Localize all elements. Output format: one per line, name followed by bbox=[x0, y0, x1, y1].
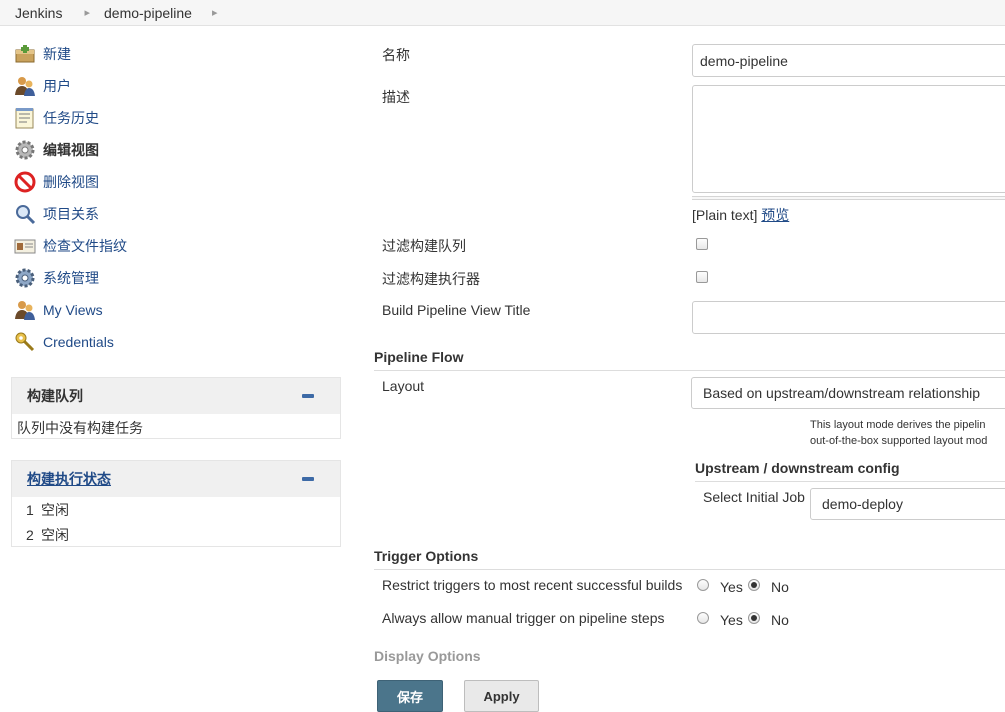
build-queue-empty: 队列中没有构建任务 bbox=[17, 420, 143, 436]
restrict-yes-label: Yes bbox=[720, 579, 743, 595]
manual-no-radio[interactable] bbox=[748, 612, 760, 624]
manual-yes-label: Yes bbox=[720, 612, 743, 628]
executors-body: 1 空闲 2 空闲 bbox=[12, 497, 340, 547]
sidebar-item-label: Credentials bbox=[43, 334, 114, 350]
executor-row: 2 空闲 bbox=[12, 522, 340, 547]
sidebar-item-relations[interactable]: 项目关系 bbox=[13, 198, 343, 230]
sidebar-item-label: My Views bbox=[43, 302, 103, 318]
executor-row: 1 空闲 bbox=[12, 497, 340, 522]
fingerprint-icon bbox=[13, 234, 37, 258]
executors-title-link[interactable]: 构建执行状态 bbox=[27, 469, 111, 489]
bp-title-label: Build Pipeline View Title bbox=[382, 302, 531, 318]
filter-executors-checkbox[interactable] bbox=[696, 271, 708, 283]
sidebar-item-label: 项目关系 bbox=[43, 206, 99, 222]
gear-icon bbox=[13, 138, 37, 162]
manual-yes-radio[interactable] bbox=[697, 612, 709, 624]
sidebar-item-credentials[interactable]: Credentials bbox=[13, 326, 343, 358]
name-label: 名称 bbox=[382, 47, 410, 63]
preview-link[interactable]: 预览 bbox=[761, 207, 789, 223]
name-input[interactable] bbox=[692, 44, 1005, 77]
new-item-icon bbox=[13, 42, 37, 66]
restrict-no-radio[interactable] bbox=[748, 579, 760, 591]
executors-panel: 构建执行状态 1 空闲 2 空闲 bbox=[11, 460, 341, 547]
sidebar-item-label: 用户 bbox=[43, 78, 71, 94]
manual-trigger-label: Always allow manual trigger on pipeline … bbox=[382, 610, 665, 626]
sidebar-item-label: 任务历史 bbox=[43, 110, 99, 126]
description-label: 描述 bbox=[382, 89, 410, 105]
layout-help-line: This layout mode derives the pipelin bbox=[810, 419, 986, 431]
sidebar-item-label: 删除视图 bbox=[43, 174, 99, 190]
sidebar-item-label: 检查文件指纹 bbox=[43, 238, 127, 254]
layout-label: Layout bbox=[382, 378, 425, 394]
collapse-icon[interactable] bbox=[302, 394, 314, 398]
filter-queue-label: 过滤构建队列 bbox=[382, 238, 466, 254]
executor-number: 2 bbox=[26, 526, 34, 543]
key-icon bbox=[13, 330, 37, 354]
breadcrumb-view[interactable]: demo-pipeline bbox=[104, 5, 192, 21]
people-icon bbox=[13, 74, 37, 98]
bp-title-input[interactable] bbox=[692, 301, 1005, 334]
sidebar-item-people[interactable]: 用户 bbox=[13, 70, 343, 102]
gear-icon bbox=[13, 266, 37, 290]
layout-help-text: This layout mode derives the pipelin out… bbox=[810, 417, 987, 449]
section-divider bbox=[374, 569, 1005, 570]
trigger-options-title: Trigger Options bbox=[374, 548, 479, 564]
executors-header: 构建执行状态 bbox=[12, 461, 340, 497]
restrict-triggers-label: Restrict triggers to most recent success… bbox=[382, 577, 683, 593]
pipeline-flow-title: Pipeline Flow bbox=[374, 349, 464, 365]
sidebar-item-my-views[interactable]: My Views bbox=[13, 294, 343, 326]
executor-number: 1 bbox=[26, 501, 34, 518]
chevron-right-icon[interactable]: ▸ bbox=[212, 6, 218, 19]
sidebar-item-edit-view[interactable]: 编辑视图 bbox=[13, 134, 343, 166]
build-queue-panel: 构建队列 队列中没有构建任务 bbox=[11, 377, 341, 439]
search-icon bbox=[13, 202, 37, 226]
description-hint: [Plain text] 预览 bbox=[692, 205, 789, 225]
build-queue-title: 构建队列 bbox=[27, 388, 83, 404]
sidebar-item-label: 系统管理 bbox=[43, 270, 99, 286]
chevron-right-icon: ▸ bbox=[84, 7, 90, 19]
initial-job-value: demo-deploy bbox=[822, 496, 903, 512]
layout-select-value: Based on upstream/downstream relationshi… bbox=[703, 385, 981, 401]
textarea-resize-handle[interactable] bbox=[692, 196, 1005, 200]
section-divider bbox=[695, 481, 1005, 482]
breadcrumb: Jenkins ▸ demo-pipeline ▸ bbox=[0, 0, 1005, 26]
no-entry-icon bbox=[13, 170, 37, 194]
build-queue-body: 队列中没有构建任务 bbox=[12, 414, 340, 442]
build-queue-header: 构建队列 bbox=[12, 378, 340, 414]
manual-no-label: No bbox=[771, 612, 789, 628]
sidebar-item-label: 新建 bbox=[43, 46, 71, 62]
layout-help-line: out-of-the-box supported layout mod bbox=[810, 435, 988, 447]
sidebar-item-history[interactable]: 任务历史 bbox=[13, 102, 343, 134]
sidebar-item-manage[interactable]: 系统管理 bbox=[13, 262, 343, 294]
initial-job-select[interactable]: demo-deploy bbox=[810, 488, 1005, 520]
executor-status: 空闲 bbox=[41, 501, 69, 518]
initial-job-label: Select Initial Job bbox=[703, 489, 805, 505]
filter-queue-checkbox[interactable] bbox=[696, 238, 708, 250]
sidebar-item-fingerprint[interactable]: 检查文件指纹 bbox=[13, 230, 343, 262]
sidebar-item-label: 编辑视图 bbox=[43, 142, 99, 158]
sidebar-tasks: 新建 用户 任务历史 编辑视图 删除视图 项目关系 检查文件指纹 系统管理 My… bbox=[13, 38, 343, 358]
sidebar-item-new[interactable]: 新建 bbox=[13, 38, 343, 70]
collapse-icon[interactable] bbox=[302, 477, 314, 481]
description-textarea[interactable] bbox=[692, 85, 1005, 193]
plain-text-hint: [Plain text] bbox=[692, 207, 758, 223]
filter-executors-label: 过滤构建执行器 bbox=[382, 271, 480, 287]
people-icon bbox=[13, 298, 37, 322]
restrict-no-label: No bbox=[771, 579, 789, 595]
executor-status: 空闲 bbox=[41, 526, 69, 543]
layout-select[interactable]: Based on upstream/downstream relationshi… bbox=[691, 377, 1005, 409]
breadcrumb-jenkins[interactable]: Jenkins bbox=[15, 5, 62, 21]
sidebar-item-delete-view[interactable]: 删除视图 bbox=[13, 166, 343, 198]
restrict-yes-radio[interactable] bbox=[697, 579, 709, 591]
upstream-config-title: Upstream / downstream config bbox=[695, 460, 900, 476]
section-divider bbox=[374, 370, 1005, 371]
notepad-icon bbox=[13, 106, 37, 130]
apply-button[interactable]: Apply bbox=[464, 680, 539, 712]
display-options-title: Display Options bbox=[374, 648, 481, 664]
save-button[interactable]: 保存 bbox=[377, 680, 443, 712]
